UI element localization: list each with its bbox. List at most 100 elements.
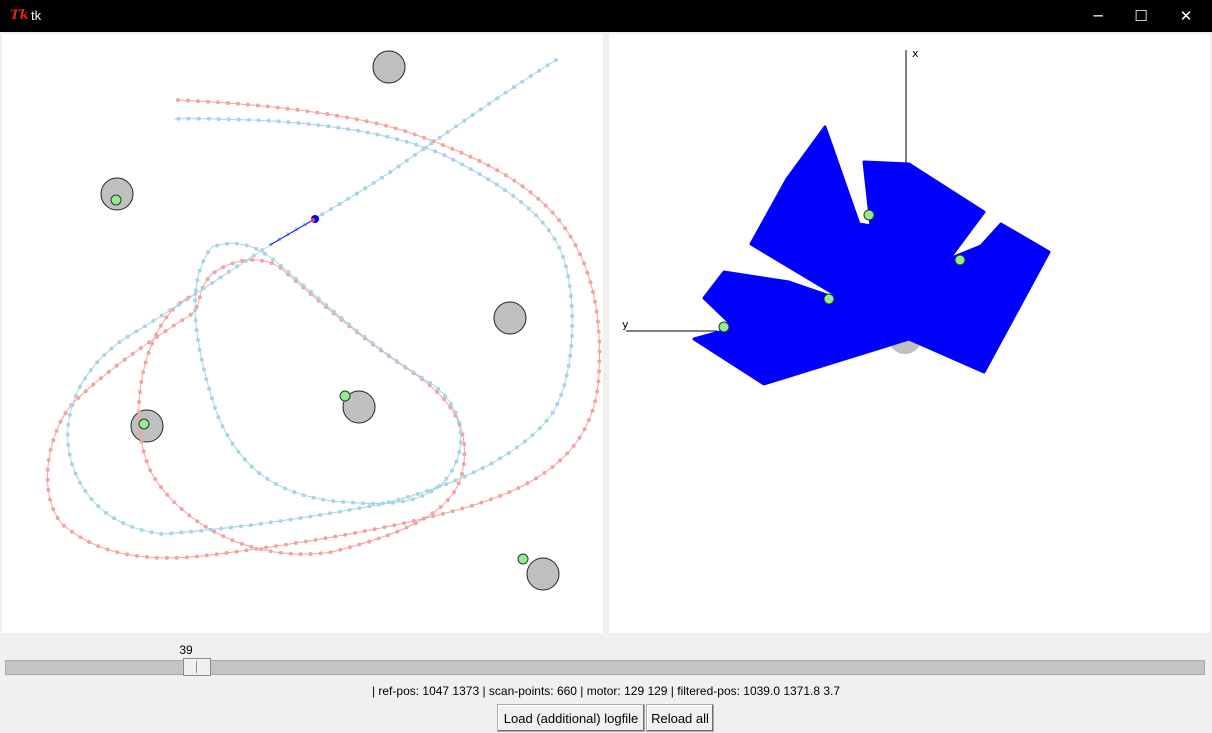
reference-trajectory-point [460, 506, 465, 511]
reference-trajectory-point [588, 280, 593, 285]
reference-trajectory-point [403, 129, 408, 134]
reference-trajectory-point [353, 531, 357, 535]
filtered-trajectory-point [442, 153, 447, 158]
reference-trajectory-point [269, 261, 274, 266]
slider-handle[interactable] [182, 658, 211, 676]
filtered-trajectory-point [65, 432, 70, 437]
reference-trajectory-point [158, 323, 163, 328]
reference-trajectory-point [165, 492, 170, 497]
reference-trajectory-point [48, 497, 53, 502]
filtered-trajectory-point [88, 368, 93, 372]
filtered-trajectory-point [179, 530, 184, 535]
reference-trajectory-point [440, 511, 445, 516]
filtered-trajectory-point [309, 289, 314, 294]
reference-trajectory-point [172, 500, 177, 505]
filtered-trajectory-point [437, 484, 442, 488]
filtered-trajectory-point [411, 370, 416, 375]
filtered-trajectory-point [213, 405, 217, 410]
world-canvas[interactable] [2, 34, 603, 633]
reload-all-button[interactable]: Reload all [646, 704, 714, 732]
filtered-trajectory-point [199, 357, 204, 362]
filtered-trajectory-point [566, 363, 571, 368]
filtered-trajectory-point [196, 116, 201, 121]
close-button[interactable]: ✕ [1163, 0, 1209, 32]
load-logfile-button[interactable]: Load (additional) logfile [497, 704, 645, 732]
reference-trajectory-point [393, 126, 398, 131]
filtered-trajectory-point [226, 117, 231, 122]
filtered-trajectory-point [354, 328, 359, 333]
filtered-trajectory-point [306, 122, 311, 126]
filtered-trajectory-point [276, 119, 281, 124]
filtered-trajectory-point [456, 420, 461, 425]
reference-trajectory-point [573, 243, 578, 248]
reference-trajectory-point [479, 500, 484, 505]
reference-trajectory-point [558, 458, 563, 463]
reference-trajectory-point [159, 485, 163, 490]
filtered-trajectory-point [78, 480, 83, 485]
filtered-trajectory-point [423, 145, 428, 150]
reference-trajectory-point [372, 527, 377, 532]
reference-trajectory-point [404, 525, 409, 530]
filtered-trajectory-point [229, 525, 233, 530]
filtered-trajectory-point [102, 353, 107, 358]
filtered-trajectory-point [495, 96, 500, 101]
reference-trajectory-point [412, 132, 417, 137]
minimize-button[interactable]: ─ [1075, 0, 1121, 32]
filtered-trajectory-point [215, 243, 220, 248]
filtered-trajectory-point [425, 488, 430, 493]
reference-trajectory-point [195, 519, 200, 524]
filtered-trajectory-point [206, 116, 211, 121]
filtered-trajectory-point [559, 392, 564, 397]
filtered-trajectory-point [489, 461, 494, 466]
reference-trajectory-point [250, 258, 255, 262]
filtered-trajectory-point [554, 58, 558, 62]
reference-trajectory-point [83, 389, 88, 394]
filtered-trajectory-point [151, 318, 156, 323]
reference-trajectory-point [568, 234, 573, 239]
window-titlebar[interactable]: Tk tk ─ ☐ ✕ [0, 0, 1212, 32]
scan-view: x y [622, 47, 1051, 386]
maximize-button[interactable]: ☐ [1118, 0, 1164, 32]
reference-trajectory-point [597, 359, 602, 364]
filtered-trajectory-point [528, 74, 533, 79]
reference-trajectory-point [591, 290, 595, 294]
reference-trajectory-point [542, 471, 547, 475]
reference-trajectory-point [184, 555, 189, 560]
reference-trajectory-point [78, 535, 83, 540]
filtered-trajectory-point [566, 274, 571, 279]
filtered-trajectory-point [437, 135, 442, 140]
filtered-trajectory-point [487, 101, 492, 106]
reference-trajectory-point [51, 438, 56, 443]
reference-trajectory-point [278, 550, 283, 555]
filtered-trajectory-point [271, 257, 275, 262]
filtered-trajectory-point [308, 514, 313, 519]
filtered-trajectory-point [278, 263, 283, 268]
filtered-trajectory-point [564, 373, 569, 378]
filtered-trajectory-point [95, 360, 100, 365]
filtered-trajectory-point [401, 499, 405, 504]
detected-landmark [110, 194, 122, 206]
detected-landmark [823, 293, 835, 305]
reference-trajectory-point [265, 104, 270, 109]
filtered-trajectory-point [429, 141, 434, 146]
filtered-trajectory-point [185, 297, 189, 302]
filtered-trajectory-points [65, 58, 575, 536]
reference-trajectory-point [54, 428, 59, 433]
reference-trajectory-point [512, 178, 517, 183]
reference-trajectory-point [534, 476, 539, 481]
reference-trajectory-point [468, 154, 473, 159]
reference-trajectory-point [557, 218, 562, 223]
filtered-trajectory-point [526, 206, 531, 211]
reference-trajectory-point [445, 498, 450, 502]
reference-trajectory-point [462, 452, 467, 457]
reference-trajectory-point [578, 252, 583, 257]
reference-trajectory-point [122, 357, 127, 362]
reference-trajectory-point [596, 379, 601, 384]
filtered-trajectory-point [286, 120, 291, 125]
filtered-trajectory-point [569, 333, 574, 338]
reference-trajectory-point [392, 523, 397, 528]
reference-trajectory-point [205, 277, 210, 282]
scan-canvas[interactable]: x y [609, 34, 1210, 633]
reference-trajectory-point [374, 121, 379, 126]
reference-trajectory-point [305, 109, 310, 114]
